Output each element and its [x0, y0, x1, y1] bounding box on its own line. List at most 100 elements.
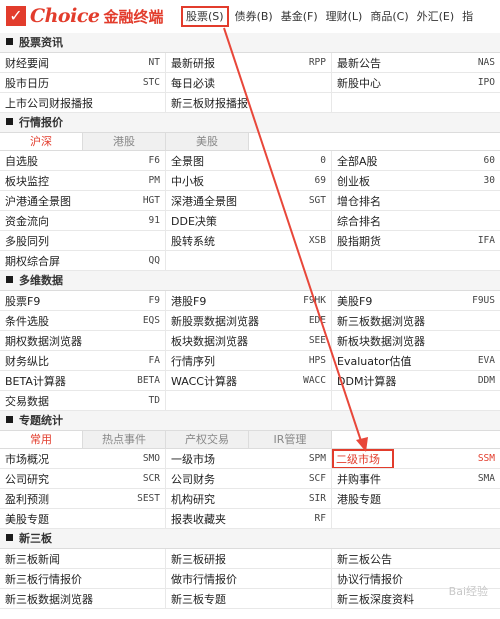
menu-fund[interactable]: 基金(F) — [281, 7, 318, 27]
menu-forex[interactable]: 外汇(E) — [417, 7, 455, 27]
table-row: 盈利预测 SEST 机构研究 SIR 港股专题 — [0, 489, 500, 509]
menu-entry[interactable]: 股票F9 F9 — [0, 291, 166, 310]
menu-entry[interactable]: 中小板 69 — [166, 171, 332, 190]
menu-entry[interactable]: 市场概况 SMO — [0, 449, 166, 468]
menu-entry[interactable]: 股转系统 XSB — [166, 231, 332, 250]
menu-entry[interactable]: 港股专题 — [332, 489, 500, 508]
menu-entry[interactable]: 新三板公告 — [332, 549, 500, 568]
table-row: 期权数据浏览器 板块数据浏览器 SEE 新板块数据浏览器 — [0, 331, 500, 351]
menu-entry[interactable]: 股指期货 IFA — [332, 231, 500, 250]
tab[interactable]: 产权交易 — [166, 431, 249, 448]
menu-entry[interactable]: 港股F9 F9HK — [166, 291, 332, 310]
menu-entry[interactable]: 资金流向 91 — [0, 211, 166, 230]
entry-label: 最新研报 — [171, 56, 215, 70]
table-row: 资金流向 91 DDE决策 综合排名 — [0, 211, 500, 231]
menu-entry[interactable]: 最新公告 NAS — [332, 53, 500, 72]
menu-entry[interactable]: 盈利预测 SEST — [0, 489, 166, 508]
menu-bond[interactable]: 债券(B) — [235, 7, 273, 27]
menu-entry[interactable]: 公司财务 SCF — [166, 469, 332, 488]
menu-entry[interactable]: 板块数据浏览器 SEE — [166, 331, 332, 350]
menu-entry[interactable]: 美股F9 F9US — [332, 291, 500, 310]
menu-entry[interactable]: 新三板研报 — [166, 549, 332, 568]
tab[interactable]: 美股 — [166, 133, 249, 150]
menu-entry[interactable]: 新三板行情报价 — [0, 569, 166, 588]
entry-label: 港股F9 — [171, 294, 207, 308]
menu-entry[interactable]: 自选股 F6 — [0, 151, 166, 170]
entry-label: 机构研究 — [171, 492, 215, 506]
menu-entry[interactable]: 新三板新闻 — [0, 549, 166, 568]
menu-entry[interactable]: 创业板 30 — [332, 171, 500, 190]
square-bullet-icon — [6, 38, 13, 45]
menu-commodity[interactable]: 商品(C) — [370, 7, 408, 27]
tab[interactable]: 热点事件 — [83, 431, 166, 448]
menu-entry[interactable]: 每日必读 — [166, 73, 332, 92]
menu-entry[interactable]: 新股票数据浏览器 EDE — [166, 311, 332, 330]
menu-entry[interactable]: 二级市场 SSM — [332, 449, 500, 468]
logo-subtitle: 金融终端 — [103, 7, 164, 26]
tab[interactable]: IR管理 — [249, 431, 332, 448]
entry-label: 协议行情报价 — [337, 572, 403, 586]
menu-entry[interactable]: 沪港通全景图 HGT — [0, 191, 166, 210]
menu-entry[interactable]: DDM计算器 DDM — [332, 371, 500, 390]
menu-stock[interactable]: 股票(S) — [181, 6, 229, 27]
menu-entry[interactable]: 新三板数据浏览器 — [0, 589, 166, 608]
empty-cell — [332, 391, 500, 410]
entry-label: 港股专题 — [337, 492, 381, 506]
table-row: 财经要闻 NT 最新研报 RPP 最新公告 NAS — [0, 53, 500, 73]
empty-cell — [332, 509, 500, 528]
menu-entry[interactable]: 并购事件 SMA — [332, 469, 500, 488]
menu-entry[interactable]: 新三板财报播报 — [166, 93, 332, 112]
menu-entry[interactable]: 综合排名 — [332, 211, 500, 230]
menu-entry[interactable]: 期权数据浏览器 — [0, 331, 166, 350]
menu-entry[interactable]: 最新研报 RPP — [166, 53, 332, 72]
menu-entry[interactable]: 深港通全景图 SGT — [166, 191, 332, 210]
section-header: 新三板 — [0, 529, 500, 549]
menu-entry[interactable]: 全景图 0 — [166, 151, 332, 170]
menu-index[interactable]: 指 — [462, 7, 473, 27]
menu-entry[interactable]: 新三板专题 — [166, 589, 332, 608]
menu-entry[interactable]: 报表收藏夹 RF — [166, 509, 332, 528]
menu-entry[interactable]: 期权综合屏 QQ — [0, 251, 166, 270]
menu-entry[interactable]: DDE决策 — [166, 211, 332, 230]
entry-shortcut: SCF — [308, 473, 326, 484]
menu-entry[interactable]: 增仓排名 — [332, 191, 500, 210]
menu-entry[interactable]: 板块监控 PM — [0, 171, 166, 190]
entry-label: DDE决策 — [171, 214, 217, 228]
entry-label: BETA计算器 — [5, 374, 66, 388]
menu-entry[interactable]: 财务纵比 FA — [0, 351, 166, 370]
entry-label: 新板块数据浏览器 — [337, 334, 425, 348]
menu-entry[interactable]: 多股同列 — [0, 231, 166, 250]
section-title: 行情报价 — [19, 116, 63, 129]
menu-entry[interactable]: Evaluator估值 EVA — [332, 351, 500, 370]
menu-entry[interactable]: 条件选股 EQS — [0, 311, 166, 330]
tab[interactable]: 沪深 — [0, 133, 83, 150]
entry-label: 板块监控 — [5, 174, 49, 188]
menu-entry[interactable]: BETA计算器 BETA — [0, 371, 166, 390]
table-row: 期权综合屏 QQ — [0, 251, 500, 271]
menu-entry[interactable]: WACC计算器 WACC — [166, 371, 332, 390]
menu-entry[interactable]: 新股中心 IPO — [332, 73, 500, 92]
menu-entry[interactable]: 美股专题 — [0, 509, 166, 528]
entry-shortcut: F9HK — [303, 295, 326, 306]
menu-wealth[interactable]: 理财(L) — [326, 7, 363, 27]
tab[interactable]: 常用 — [0, 431, 83, 448]
entry-label: 全景图 — [171, 154, 204, 168]
menu-entry[interactable]: 机构研究 SIR — [166, 489, 332, 508]
menu-entry[interactable]: 财经要闻 NT — [0, 53, 166, 72]
menu-entry[interactable]: 公司研究 SCR — [0, 469, 166, 488]
tab[interactable]: 港股 — [83, 133, 166, 150]
entry-label: 市场概况 — [5, 452, 49, 466]
menu-entry[interactable]: 新板块数据浏览器 — [332, 331, 500, 350]
entry-label: 股转系统 — [171, 234, 215, 248]
menu-entry[interactable]: 交易数据 TD — [0, 391, 166, 410]
menu-entry[interactable]: 全部A股 60 — [332, 151, 500, 170]
section-title: 专题统计 — [19, 414, 63, 427]
entry-label: 中小板 — [171, 174, 204, 188]
menu-entry[interactable]: 新三板数据浏览器 — [332, 311, 500, 330]
menu-entry[interactable]: 一级市场 SPM — [166, 449, 332, 468]
menu-entry[interactable]: 股市日历 STC — [0, 73, 166, 92]
menu-entry[interactable]: 做市行情报价 — [166, 569, 332, 588]
entry-shortcut: NAS — [477, 57, 495, 68]
menu-entry[interactable]: 上市公司财报播报 — [0, 93, 166, 112]
menu-entry[interactable]: 行情序列 HPS — [166, 351, 332, 370]
